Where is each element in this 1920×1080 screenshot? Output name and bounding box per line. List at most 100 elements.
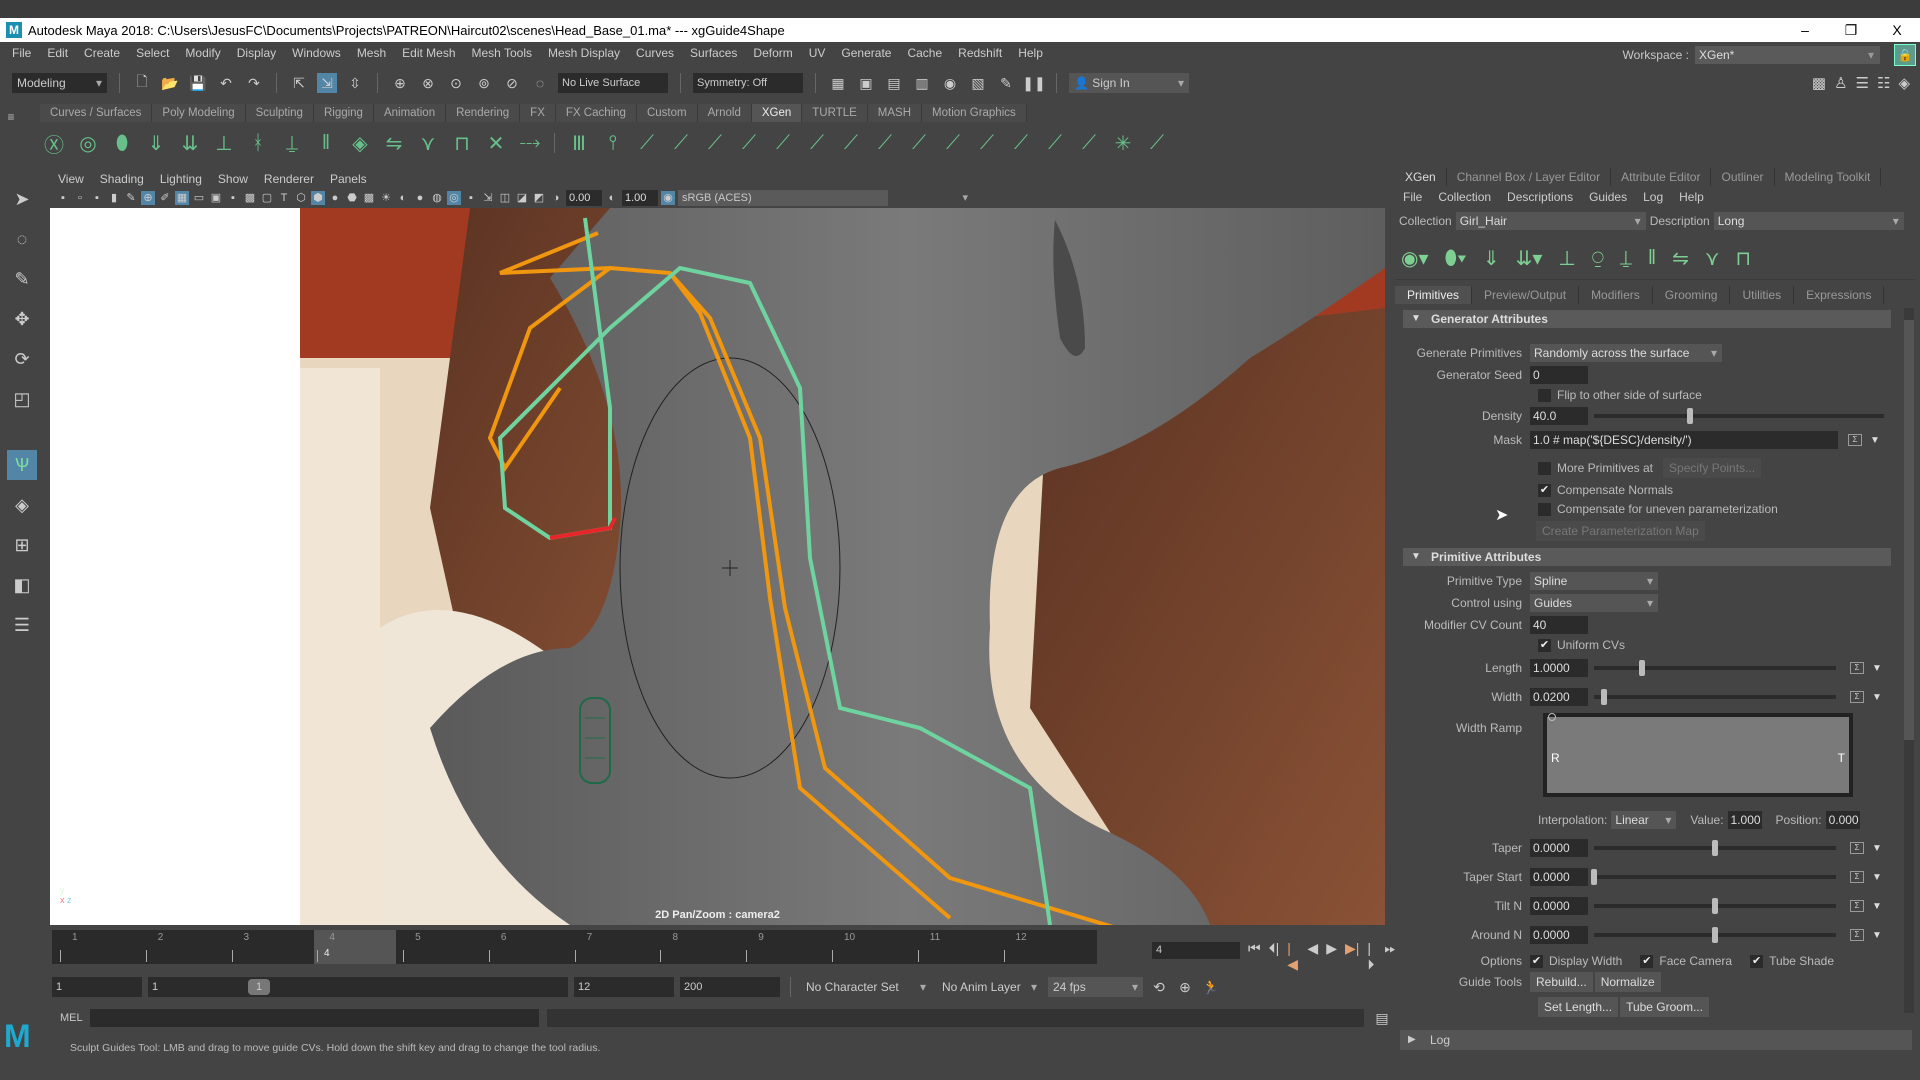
sign-in-button[interactable]: 👤 Sign In (1069, 73, 1189, 93)
move-tool-icon[interactable]: ✥ (7, 304, 37, 334)
step-forward-frame-icon[interactable]: |⏵ (1367, 940, 1376, 973)
ramp-position-field[interactable]: 0.000 (1825, 811, 1860, 829)
attribute-editor-icon[interactable]: ☰ (1856, 74, 1869, 92)
shelf-tab-rendering[interactable]: Rendering (446, 104, 521, 122)
anim-layer-dropdown[interactable]: No Anim Layer (937, 977, 1042, 997)
persp-outliner-icon[interactable]: ◧ (7, 570, 37, 600)
taper-start-slider-thumb[interactable] (1591, 869, 1597, 885)
add-guides-icon[interactable]: ⇓ (1483, 246, 1500, 271)
menu-windows[interactable]: Windows (284, 46, 349, 60)
grease-pencil-icon[interactable]: ✎ (124, 191, 138, 205)
menu-mesh-display[interactable]: Mesh Display (540, 46, 628, 60)
generate-primitives-dropdown[interactable]: Randomly across the surface (1530, 344, 1722, 362)
paint-select-tool-icon[interactable]: ✎ (7, 264, 37, 294)
menu-curves[interactable]: Curves (628, 46, 682, 60)
taper-options-caret-icon[interactable]: ▼ (1872, 843, 1882, 854)
menu-mesh[interactable]: Mesh (349, 46, 394, 60)
select-component-icon[interactable]: ⇳ (345, 73, 365, 93)
redo-icon[interactable]: ↷ (244, 73, 264, 93)
gamma-icon[interactable]: ◐ (605, 191, 619, 205)
taper-start-field[interactable]: 0.0000 (1530, 868, 1588, 886)
anti-aliasing-icon[interactable]: ◎ (447, 191, 461, 205)
undo-icon[interactable]: ↶ (216, 73, 236, 93)
viewport-menu-show[interactable]: Show (210, 170, 256, 188)
width-slider-thumb[interactable] (1600, 689, 1607, 705)
step-back-key-icon[interactable]: |◀ (1287, 940, 1299, 973)
camera-attributes-icon[interactable]: ▫ (73, 191, 87, 205)
viewport-menu-panels[interactable]: Panels (322, 170, 375, 188)
groom-length-icon[interactable]: ⟋ (701, 127, 729, 159)
current-frame-field[interactable]: 4 (1152, 942, 1240, 959)
resolution-gate-icon[interactable]: ▣ (209, 191, 223, 205)
xgen-menu-file[interactable]: File (1395, 188, 1430, 206)
character-controls-icon[interactable]: ♙ (1834, 74, 1847, 92)
tool-settings-icon[interactable]: ☷ (1877, 74, 1890, 92)
playback-range-bar[interactable]: 11 (148, 977, 568, 997)
xray-icon[interactable]: ◫ (498, 191, 512, 205)
symmetry-field[interactable]: Symmetry: Off (693, 73, 803, 93)
tube-shade-checkbox[interactable]: ✔ (1750, 954, 1764, 968)
select-tool-icon[interactable]: ➤ (7, 184, 37, 214)
shelf-tab-animation[interactable]: Animation (373, 104, 447, 122)
taper-expression-icon[interactable]: Σ (1850, 842, 1864, 854)
groom-add-icon[interactable]: ⫯ (599, 127, 627, 159)
image-plane-icon[interactable]: ▮ (107, 191, 121, 205)
groom-tube-icon[interactable]: ⟋ (1143, 127, 1171, 159)
primitive-type-dropdown[interactable]: Spline (1530, 572, 1658, 590)
groom-grab-icon[interactable]: ⟋ (769, 127, 797, 159)
gate-mask-icon[interactable]: ▪ (226, 191, 240, 205)
menu-surfaces[interactable]: Surfaces (682, 46, 745, 60)
place-guides-icon[interactable]: ⇊▾ (1516, 246, 1543, 271)
length-field[interactable]: 1.0000 (1530, 659, 1588, 677)
open-scene-icon[interactable]: 📂 (160, 73, 180, 93)
xray-active-icon[interactable]: ◪ (515, 191, 529, 205)
mirror-guides-icon[interactable]: ⇋ (1672, 246, 1689, 271)
workspace-dropdown[interactable]: XGen* (1695, 46, 1880, 64)
length-slider[interactable] (1594, 660, 1836, 676)
generator-attributes-header[interactable]: Generator Attributes (1403, 310, 1891, 328)
xgen-menu-help[interactable]: Help (1671, 188, 1712, 206)
groom-clump-icon[interactable]: ⟋ (871, 127, 899, 159)
taper-start-slider[interactable] (1591, 869, 1836, 885)
shelf-tab-curves-surfaces[interactable]: Curves / Surfaces (40, 104, 153, 122)
show-guide-cvs-icon[interactable]: ⍜ (1592, 247, 1604, 270)
subtab-preview-output[interactable]: Preview/Output (1472, 286, 1580, 304)
ipr-render-icon[interactable]: ▤ (884, 73, 904, 93)
flip-checkbox[interactable] (1538, 388, 1551, 402)
grease-icon[interactable]: ✐ (158, 191, 172, 205)
collection-dropdown[interactable]: Girl_Hair (1455, 212, 1646, 230)
snap-projected-icon[interactable]: ⊚ (474, 73, 494, 93)
single-perspective-view-icon[interactable]: ◈ (7, 490, 37, 520)
control-using-dropdown[interactable]: Guides (1530, 594, 1658, 612)
viewport-menu-lighting[interactable]: Lighting (152, 170, 210, 188)
viewport-menu-view[interactable]: View (50, 170, 92, 188)
log-section-header[interactable]: Log (1400, 1030, 1912, 1050)
shelf-tab-fx-caching[interactable]: FX Caching (555, 104, 637, 122)
width-field[interactable]: 0.0200 (1530, 688, 1588, 706)
shelf-tab-arnold[interactable]: Arnold (697, 104, 752, 122)
density-slider[interactable] (1594, 408, 1884, 424)
normalize-button[interactable]: Normalize (1594, 972, 1661, 992)
render-settings-icon[interactable]: ▥ (912, 73, 932, 93)
sculpt-guides-tool-icon[interactable]: Ѱ (7, 450, 37, 480)
auto-key-icon[interactable]: ⊕ (1175, 977, 1195, 997)
groom-density-icon[interactable]: ⟋ (667, 127, 695, 159)
xgen-preview-icon[interactable]: ◎ (74, 127, 102, 159)
time-ruler[interactable]: 1 2 3 4 5 6 7 8 9 10 11 12 4 (52, 930, 1097, 964)
subtab-utilities[interactable]: Utilities (1730, 286, 1795, 304)
split-guides-icon[interactable]: ‖ (1648, 247, 1656, 270)
guide-export-icon[interactable]: ⤏ (516, 127, 544, 159)
save-scene-icon[interactable]: 💾 (188, 73, 208, 93)
go-to-start-icon[interactable]: ⏮ (1248, 940, 1261, 973)
lasso-tool-icon[interactable]: ◌ (7, 224, 37, 254)
pause-viewport-icon[interactable]: ❚❚ (1022, 73, 1045, 93)
panel-scrollbar[interactable] (1904, 308, 1914, 1013)
shadows-icon[interactable]: ◐ (396, 191, 410, 205)
scale-tool-icon[interactable]: ◰ (7, 384, 37, 414)
new-scene-icon[interactable]: 🗋 (132, 73, 152, 93)
menu-edit-mesh[interactable]: Edit Mesh (394, 46, 463, 60)
depth-of-field-icon[interactable]: ▪ (464, 191, 478, 205)
play-backward-icon[interactable]: ◀ (1307, 940, 1318, 973)
film-gate-icon[interactable]: ▭ (192, 191, 206, 205)
shelf-tab-poly-modeling[interactable]: Poly Modeling (152, 104, 246, 122)
